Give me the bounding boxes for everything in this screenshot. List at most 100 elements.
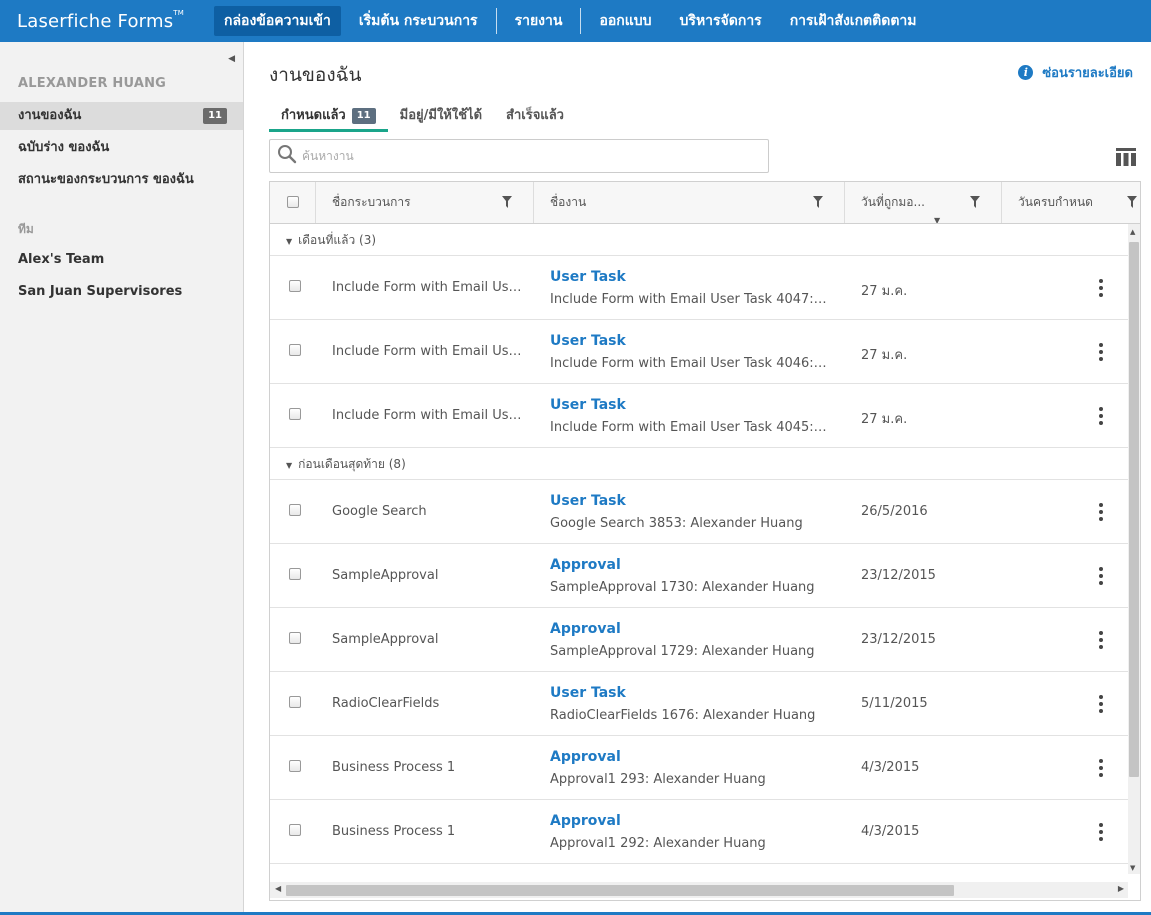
task-link[interactable]: User Task bbox=[550, 269, 626, 285]
expand-caret-icon[interactable]: ▼ bbox=[286, 461, 292, 470]
select-all-checkbox[interactable] bbox=[287, 196, 299, 208]
task-tabs: กำหนดแล้ว 11 มีอยู่/มีให้ใช้ได้ สำเร็จแล้… bbox=[269, 104, 576, 132]
more-options-icon[interactable] bbox=[1094, 758, 1108, 778]
table-row[interactable]: RadioClearFields User Task RadioClearFie… bbox=[270, 672, 1128, 736]
vertical-scroll-thumb[interactable] bbox=[1129, 242, 1139, 777]
process-name: Business Process 1 bbox=[332, 760, 456, 775]
more-options-icon[interactable] bbox=[1094, 278, 1108, 298]
nav-separator bbox=[495, 8, 497, 34]
task-link[interactable]: User Task bbox=[550, 397, 626, 413]
table-row[interactable]: Include Form with Email User Task User T… bbox=[270, 256, 1128, 320]
filter-icon[interactable] bbox=[813, 196, 823, 208]
nav-reports[interactable]: รายงาน bbox=[505, 6, 573, 36]
filter-icon[interactable] bbox=[502, 196, 512, 208]
row-checkbox[interactable] bbox=[289, 504, 301, 516]
column-chooser-icon[interactable] bbox=[1116, 148, 1136, 166]
task-description: Include Form with Email User Task 4046: … bbox=[550, 356, 830, 371]
tab-available[interactable]: มีอยู่/มีให้ใช้ได้ bbox=[388, 104, 494, 132]
task-link[interactable]: Approval bbox=[550, 749, 621, 765]
task-link[interactable]: Approval bbox=[550, 621, 621, 637]
row-checkbox[interactable] bbox=[289, 344, 301, 356]
task-link[interactable]: Approval bbox=[550, 557, 621, 573]
table-row[interactable]: Include Form with Email User Task User T… bbox=[270, 384, 1128, 448]
nav-manage[interactable]: บริหารจัดการ bbox=[670, 6, 772, 36]
row-checkbox[interactable] bbox=[289, 408, 301, 420]
row-checkbox[interactable] bbox=[289, 280, 301, 292]
sidebar-item-san-juan[interactable]: San Juan Supervisores bbox=[0, 278, 243, 306]
page-title: งานของฉัน bbox=[269, 64, 362, 86]
hide-details-link[interactable]: i ซ่อนรายละเอียด bbox=[1018, 62, 1133, 83]
table-row[interactable]: Business Process 1 Approval Approval1 29… bbox=[270, 800, 1128, 864]
search-box bbox=[269, 139, 769, 173]
column-process-name[interactable]: ชื่อกระบวนการ bbox=[316, 182, 534, 223]
collapse-sidebar-icon[interactable]: ◀ bbox=[228, 54, 235, 64]
table-row[interactable]: Include Form with Email User Task User T… bbox=[270, 320, 1128, 384]
table-row[interactable]: SampleApproval Approval SampleApproval 1… bbox=[270, 608, 1128, 672]
expand-caret-icon[interactable]: ▼ bbox=[286, 237, 292, 246]
task-link[interactable]: User Task bbox=[550, 493, 626, 509]
table-row[interactable]: Business Process 1 Approval Approval1 29… bbox=[270, 736, 1128, 800]
scroll-left-icon[interactable]: ◀ bbox=[275, 884, 281, 893]
group-header-older[interactable]: ▼ ก่อนเดือนสุดท้าย (8) bbox=[270, 448, 1128, 480]
more-options-icon[interactable] bbox=[1094, 502, 1108, 522]
nav-monitor[interactable]: การเฝ้าสังเกตติดตาม bbox=[780, 6, 927, 36]
row-checkbox[interactable] bbox=[289, 760, 301, 772]
assigned-date: 27 ม.ค. bbox=[861, 284, 908, 299]
more-options-icon[interactable] bbox=[1094, 630, 1108, 650]
search-icon bbox=[276, 143, 302, 169]
filter-icon[interactable] bbox=[970, 196, 980, 208]
sidebar: ◀ ALEXANDER HUANG งานของฉัน 11 ฉบับร่าง … bbox=[0, 42, 244, 915]
more-options-icon[interactable] bbox=[1094, 566, 1108, 586]
row-checkbox[interactable] bbox=[289, 696, 301, 708]
search-input[interactable] bbox=[302, 142, 768, 170]
vertical-scrollbar[interactable]: ▲ ▼ bbox=[1128, 224, 1140, 874]
task-link[interactable]: User Task bbox=[550, 685, 626, 701]
sort-desc-icon[interactable]: ▼ bbox=[934, 200, 940, 223]
horizontal-scroll-thumb[interactable] bbox=[286, 885, 954, 896]
more-options-icon[interactable] bbox=[1094, 406, 1108, 426]
tab-assigned[interactable]: กำหนดแล้ว 11 bbox=[269, 104, 388, 132]
nav-start-process[interactable]: เริ่มต้น กระบวนการ bbox=[349, 6, 488, 36]
group-header-last-month[interactable]: ▼ เดือนที่แล้ว (3) bbox=[270, 224, 1128, 256]
sidebar-item-my-process-status[interactable]: สถานะของกระบวนการ ของฉัน bbox=[0, 166, 243, 194]
scroll-up-icon[interactable]: ▲ bbox=[1130, 228, 1135, 236]
main-content: งานของฉัน i ซ่อนรายละเอียด กำหนดแล้ว 11 ม… bbox=[244, 42, 1151, 915]
process-name: Include Form with Email User Task bbox=[332, 280, 522, 295]
task-description: Approval1 292: Alexander Huang bbox=[550, 836, 766, 851]
column-label: วันที่ถูกมอ... bbox=[861, 195, 925, 209]
sidebar-item-label: สถานะของกระบวนการ ของฉัน bbox=[18, 172, 194, 187]
assigned-date: 23/12/2015 bbox=[861, 568, 936, 583]
more-options-icon[interactable] bbox=[1094, 694, 1108, 714]
filter-icon[interactable] bbox=[1127, 196, 1137, 208]
grid-body: ▼ เดือนที่แล้ว (3) Include Form with Emai… bbox=[270, 224, 1128, 874]
info-icon: i bbox=[1018, 65, 1034, 80]
sidebar-item-alex-team[interactable]: Alex's Team bbox=[0, 246, 243, 274]
scroll-down-icon[interactable]: ▼ bbox=[1130, 864, 1135, 872]
column-task-name[interactable]: ชื่องาน bbox=[534, 182, 845, 223]
scroll-right-icon[interactable]: ▶ bbox=[1118, 884, 1124, 893]
row-checkbox[interactable] bbox=[289, 568, 301, 580]
column-assigned-date[interactable]: วันที่ถูกมอ... ▼ bbox=[845, 182, 1002, 223]
column-label: ชื่องาน bbox=[550, 195, 587, 209]
more-options-icon[interactable] bbox=[1094, 342, 1108, 362]
table-row[interactable]: SampleApproval Approval SampleApproval 1… bbox=[270, 544, 1128, 608]
sidebar-item-my-tasks[interactable]: งานของฉัน 11 bbox=[0, 102, 243, 130]
table-row[interactable] bbox=[270, 864, 1128, 874]
task-link[interactable]: User Task bbox=[550, 333, 626, 349]
row-checkbox[interactable] bbox=[289, 824, 301, 836]
nav-design[interactable]: ออกแบบ bbox=[589, 6, 661, 36]
nav-inbox[interactable]: กล่องข้อความเข้า bbox=[214, 6, 341, 36]
app-logo[interactable]: Laserfiche FormsTM bbox=[0, 9, 214, 32]
sidebar-item-my-drafts[interactable]: ฉบับร่าง ของฉัน bbox=[0, 134, 243, 162]
horizontal-scrollbar[interactable]: ◀ ▶ bbox=[270, 882, 1128, 898]
more-options-icon[interactable] bbox=[1094, 822, 1108, 842]
task-link[interactable]: Approval bbox=[550, 813, 621, 829]
task-description: RadioClearFields 1676: Alexander Huang bbox=[550, 708, 816, 723]
table-row[interactable]: Google Search User Task Google Search 38… bbox=[270, 480, 1128, 544]
column-due-date[interactable]: วันครบกำหนด bbox=[1002, 182, 1140, 223]
sidebar-item-label: งานของฉัน bbox=[18, 108, 82, 123]
tab-completed[interactable]: สำเร็จแล้ว bbox=[494, 104, 576, 132]
group-label: ก่อนเดือนสุดท้าย (8) bbox=[298, 457, 406, 471]
assigned-date: 23/12/2015 bbox=[861, 632, 936, 647]
row-checkbox[interactable] bbox=[289, 632, 301, 644]
